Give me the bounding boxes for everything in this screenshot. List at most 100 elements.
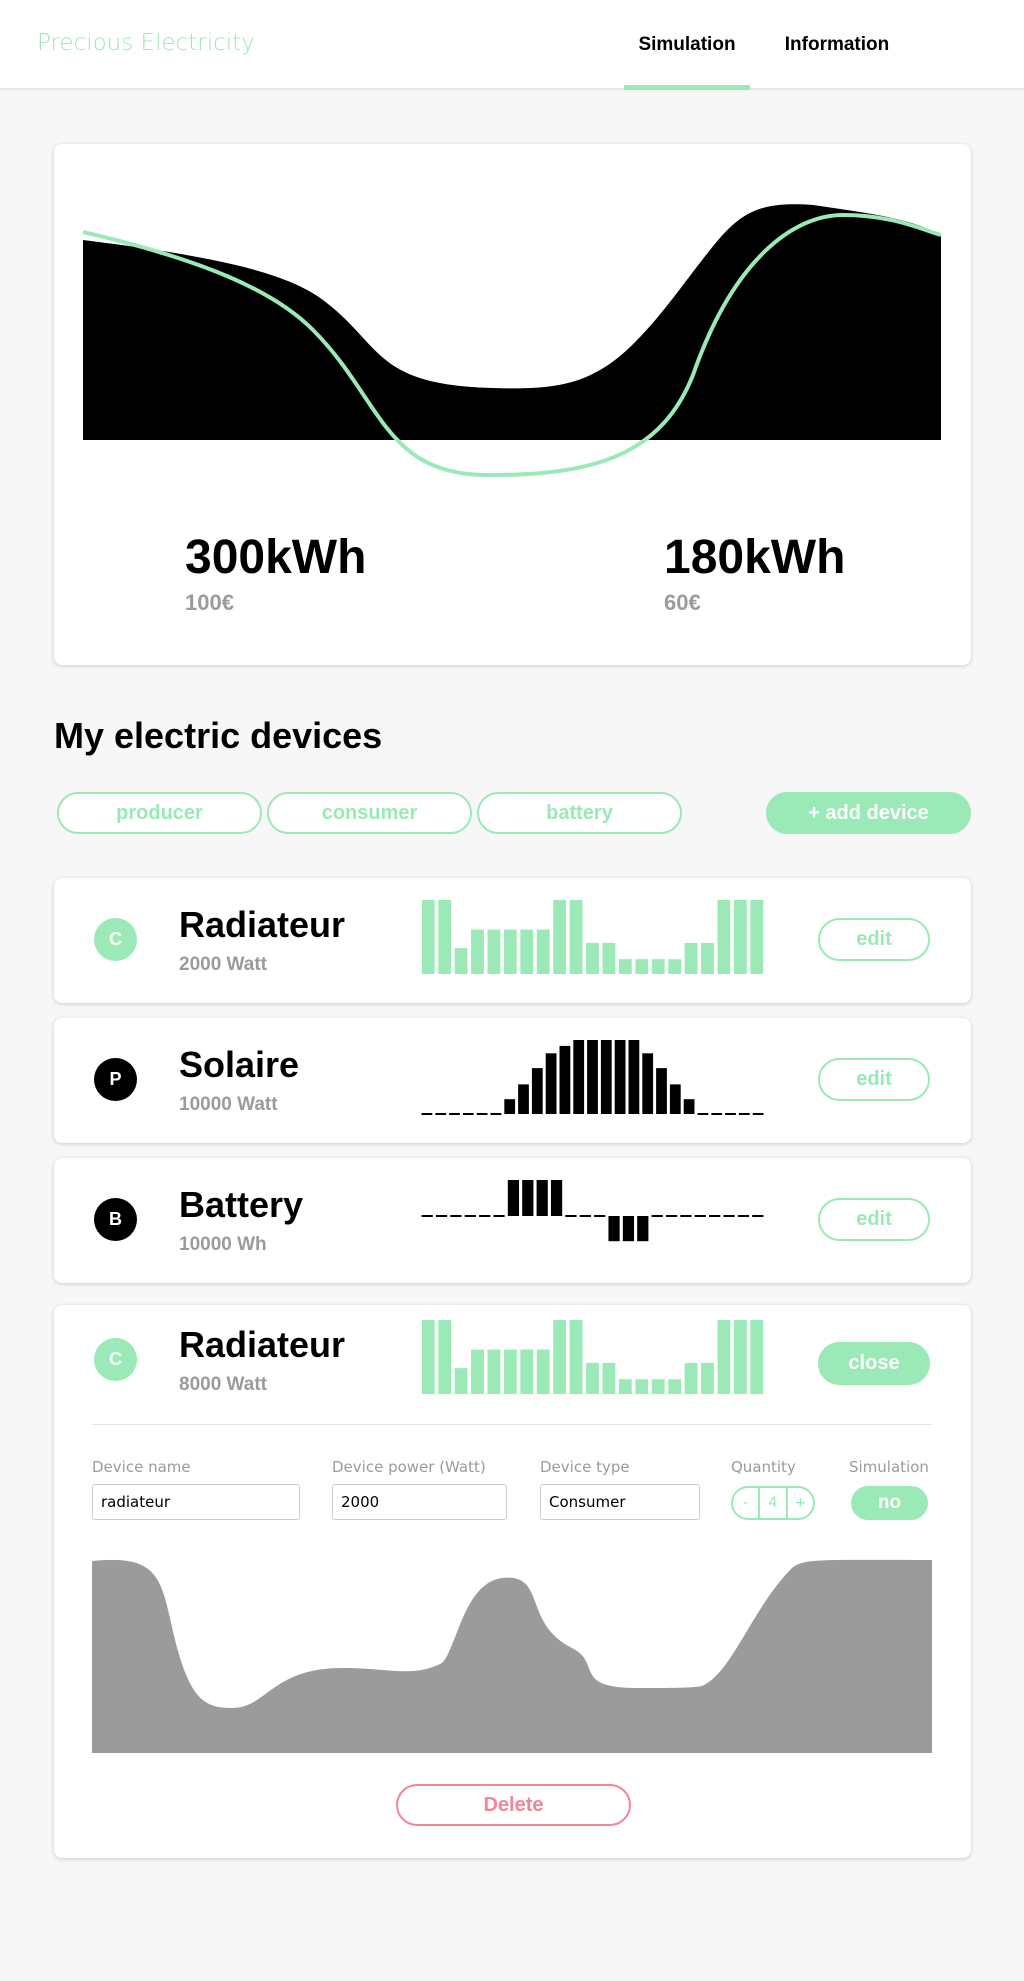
profile-bar xyxy=(553,900,567,974)
profile-baseline-mark xyxy=(680,1215,692,1217)
profile-baseline-mark xyxy=(665,1215,678,1217)
profile-baseline-mark xyxy=(725,1113,736,1115)
profile-baseline-mark xyxy=(565,1215,577,1217)
profile-baseline-mark xyxy=(421,1215,433,1217)
device-power-label: Device power (Watt) xyxy=(332,1458,486,1476)
profile-bar xyxy=(637,1216,649,1242)
device-name-label: Device name xyxy=(92,1458,191,1476)
profile-bar xyxy=(684,942,698,974)
profile-bar xyxy=(421,900,435,974)
profile-bar xyxy=(618,1379,632,1394)
tab-information[interactable]: Information xyxy=(772,0,902,89)
simulation-label: Simulation xyxy=(849,1458,929,1476)
filter-battery[interactable]: battery xyxy=(477,792,682,834)
profile-bar xyxy=(569,900,583,974)
profile-bar xyxy=(536,929,550,974)
tab-simulation[interactable]: Simulation xyxy=(624,0,750,90)
editor-divider xyxy=(92,1424,932,1425)
edit-device-button[interactable]: edit xyxy=(818,1198,930,1241)
profile-bar xyxy=(454,1368,468,1394)
profile-bar xyxy=(471,929,484,974)
profile-bar xyxy=(602,1362,616,1394)
device-type-badge: P xyxy=(94,1058,137,1101)
profile-bar xyxy=(522,1180,534,1216)
profile-bar xyxy=(487,1349,501,1394)
profile-bar xyxy=(550,1180,563,1216)
profile-bar xyxy=(553,1320,567,1394)
devices-section-title: My electric devices xyxy=(54,715,383,756)
profile-baseline-mark xyxy=(479,1215,491,1217)
profile-baseline-mark xyxy=(464,1215,476,1217)
stat-production-price: 60€ xyxy=(664,590,701,615)
profile-bar xyxy=(668,1379,682,1394)
profile-bar xyxy=(545,1053,557,1114)
top-bar: Precious Electricity Simulation Informat… xyxy=(0,0,1024,90)
stat-production-value: 180kWh xyxy=(664,531,846,584)
delete-device-button[interactable]: Delete xyxy=(396,1784,631,1826)
profile-baseline-mark xyxy=(709,1215,721,1217)
profile-bar xyxy=(518,1084,529,1114)
quantity-decrement-button[interactable]: - xyxy=(733,1488,758,1518)
profile-bar xyxy=(602,942,616,974)
profile-bar xyxy=(701,1362,714,1394)
stat-consumption-price: 100€ xyxy=(185,590,234,615)
device-power: 10000 Wh xyxy=(179,1234,267,1255)
profile-bar xyxy=(507,1180,520,1216)
profile-bar xyxy=(503,929,517,974)
profile-bar xyxy=(454,948,468,974)
profile-bar xyxy=(656,1068,667,1114)
quantity-value[interactable]: 4 xyxy=(758,1488,788,1518)
device-type-badge: B xyxy=(94,1198,137,1241)
profile-bar xyxy=(503,1349,517,1394)
profile-bar xyxy=(750,1320,764,1394)
profile-bar xyxy=(684,1362,698,1394)
brand-logo[interactable]: Precious Electricity xyxy=(37,30,255,56)
profile-baseline-mark xyxy=(651,1215,663,1217)
device-type-select[interactable]: Consumer xyxy=(540,1484,700,1520)
profile-bar xyxy=(622,1216,635,1242)
device-power-input[interactable]: 2000 xyxy=(332,1484,507,1520)
add-device-button[interactable]: + add device xyxy=(766,792,971,834)
profile-baseline-mark xyxy=(723,1215,735,1217)
profile-bar xyxy=(536,1349,550,1394)
consumption-chart xyxy=(83,204,941,478)
profile-bar xyxy=(628,1040,640,1114)
profile-bar xyxy=(642,1053,654,1114)
edit-device-button[interactable]: edit xyxy=(818,1058,930,1101)
device-usage-profile[interactable] xyxy=(92,1558,932,1753)
stat-consumption-value: 300kWh xyxy=(185,531,367,584)
filter-producer[interactable]: producer xyxy=(57,792,262,834)
profile-bar xyxy=(586,942,599,974)
device-name: Battery xyxy=(179,1184,304,1225)
device-power: 2000 Watt xyxy=(179,954,267,975)
profile-baseline-mark xyxy=(462,1113,474,1115)
profile-baseline-mark xyxy=(490,1113,502,1115)
close-device-button[interactable]: close xyxy=(818,1342,930,1385)
quantity-increment-button[interactable]: + xyxy=(788,1488,813,1518)
filter-consumer[interactable]: consumer xyxy=(267,792,472,834)
profile-bar xyxy=(635,1379,649,1394)
profile-bar xyxy=(520,1349,534,1394)
device-name: Radiateur xyxy=(179,1324,346,1365)
device-power: 8000 Watt xyxy=(179,1374,267,1395)
device-type-badge: C xyxy=(94,1338,137,1381)
device-power: 10000 Watt xyxy=(179,1094,278,1115)
profile-bar xyxy=(559,1045,571,1114)
device-profile-chart xyxy=(421,1180,764,1242)
profile-bar xyxy=(421,1320,435,1394)
profile-bar xyxy=(438,1320,452,1394)
profile-baseline-mark xyxy=(694,1215,706,1217)
profile-baseline-mark xyxy=(711,1113,723,1115)
device-name-input[interactable]: radiateur xyxy=(92,1484,300,1520)
profile-baseline-mark xyxy=(738,1113,750,1115)
quantity-label: Quantity xyxy=(731,1458,796,1476)
profile-bar xyxy=(536,1180,548,1216)
profile-baseline-mark xyxy=(435,1215,448,1217)
profile-bar xyxy=(651,1379,665,1394)
profile-bar xyxy=(608,1216,620,1242)
consumption-area xyxy=(83,204,941,440)
simulation-toggle[interactable]: no xyxy=(851,1486,928,1520)
edit-device-button[interactable]: edit xyxy=(818,918,930,961)
profile-baseline-mark xyxy=(752,1113,764,1115)
profile-baseline-mark xyxy=(476,1113,488,1115)
